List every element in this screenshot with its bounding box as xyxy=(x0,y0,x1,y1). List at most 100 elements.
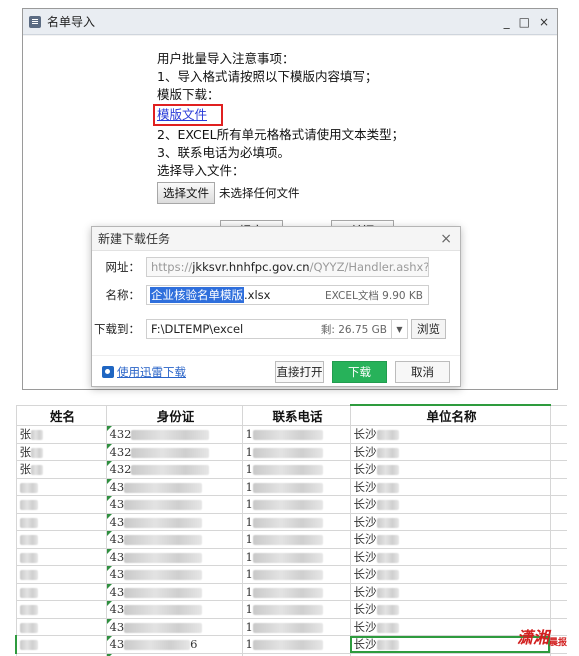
table-row[interactable]: 43 1 长沙 xyxy=(15,582,567,601)
cell-name[interactable]: 张 xyxy=(15,460,107,479)
cell-name[interactable] xyxy=(15,477,107,496)
table-row[interactable]: 43 1 长沙 xyxy=(15,512,567,531)
cell-phone[interactable]: 1 xyxy=(241,600,351,619)
choose-file-button[interactable]: 选择文件 xyxy=(157,182,215,204)
cell-phone[interactable]: 1 xyxy=(241,547,351,566)
cell-phone[interactable]: 1 xyxy=(241,635,351,654)
cell-id[interactable]: 43 xyxy=(105,547,243,566)
cell-name[interactable] xyxy=(15,512,107,531)
redacted-id xyxy=(124,552,203,563)
cell-blank[interactable] xyxy=(549,547,567,566)
cell-unit[interactable]: 长沙 xyxy=(349,547,551,566)
open-directly-button[interactable]: 直接打开 xyxy=(275,360,324,383)
cell-phone[interactable]: 1 xyxy=(241,565,351,584)
cell-phone[interactable]: 1 xyxy=(241,530,351,549)
xunlei-download-link[interactable]: 使用迅雷下载 xyxy=(102,364,186,380)
cell-id[interactable]: 43 xyxy=(105,530,243,549)
cell-unit[interactable]: 长沙 xyxy=(349,460,551,479)
cell-id[interactable]: 432 xyxy=(105,425,243,444)
cell-blank[interactable] xyxy=(549,460,567,479)
cell-unit[interactable]: 长沙 xyxy=(349,582,551,601)
spreadsheet: 姓名 身份证 联系电话 单位名称 张 432 1 长沙张 432 1 长沙张 432 1 长沙 43… xyxy=(15,404,567,656)
close-icon[interactable]: × xyxy=(539,15,549,29)
table-row[interactable]: 43 1 长沙 xyxy=(15,477,567,496)
cell-phone[interactable]: 1 xyxy=(241,442,351,461)
cell-blank[interactable] xyxy=(549,425,567,444)
save-path-field[interactable]: F:\DLTEMP\excel 剩: 26.75 GB xyxy=(146,319,392,339)
cell-phone[interactable]: 1 xyxy=(241,477,351,496)
cell-blank[interactable] xyxy=(549,495,567,514)
cell-blank[interactable] xyxy=(549,477,567,496)
cell-unit[interactable]: 长沙 xyxy=(349,477,551,496)
header-blank[interactable] xyxy=(549,404,567,426)
cell-id[interactable]: 43 xyxy=(105,512,243,531)
cell-blank[interactable] xyxy=(549,442,567,461)
table-row[interactable]: 43 1 长沙 xyxy=(15,565,567,584)
maximize-icon[interactable]: □ xyxy=(519,15,530,29)
browse-button[interactable]: 浏览 xyxy=(411,319,446,339)
cell-id[interactable]: 43 xyxy=(105,565,243,584)
table-row[interactable]: 张 432 1 长沙 xyxy=(15,460,567,479)
cell-id[interactable]: 432 xyxy=(105,460,243,479)
cell-id[interactable]: 43 xyxy=(105,582,243,601)
cell-name[interactable]: 张 xyxy=(15,425,107,444)
redacted-unit xyxy=(376,465,399,476)
cell-name[interactable] xyxy=(15,600,107,619)
cell-phone[interactable]: 1 xyxy=(241,495,351,514)
dialog-close-icon[interactable]: × xyxy=(440,231,452,247)
cell-name[interactable] xyxy=(15,617,107,636)
cell-unit[interactable]: 长沙 xyxy=(349,425,551,444)
redacted-id xyxy=(131,465,210,476)
cell-unit[interactable]: 长沙 xyxy=(349,495,551,514)
minimize-icon[interactable]: _ xyxy=(504,15,510,29)
cell-id[interactable]: 43 6 xyxy=(105,635,243,654)
table-row[interactable]: 张 432 1 长沙 xyxy=(15,442,567,461)
header-id[interactable]: 身份证 xyxy=(105,404,243,426)
table-row[interactable]: 张 432 1 长沙 xyxy=(15,425,567,444)
cell-phone[interactable]: 1 xyxy=(241,460,351,479)
header-unit[interactable]: 单位名称 xyxy=(349,404,551,426)
table-row[interactable]: 43 1 长沙 xyxy=(15,547,567,566)
cell-id[interactable]: 43 xyxy=(105,477,243,496)
cell-unit[interactable]: 长沙 xyxy=(349,530,551,549)
redacted-id xyxy=(124,517,203,528)
cell-name[interactable] xyxy=(15,530,107,549)
cell-phone[interactable]: 1 xyxy=(241,617,351,636)
cell-phone[interactable]: 1 xyxy=(241,582,351,601)
cell-id[interactable]: 432 xyxy=(105,442,243,461)
template-download-link[interactable]: 模版文件 xyxy=(157,107,207,122)
cell-unit[interactable]: 长沙 xyxy=(349,512,551,531)
cell-blank[interactable] xyxy=(549,530,567,549)
path-dropdown-icon[interactable]: ▼ xyxy=(392,319,408,339)
cell-name[interactable] xyxy=(15,547,107,566)
table-row[interactable]: 43 1 长沙 xyxy=(15,495,567,514)
cell-name[interactable] xyxy=(15,635,107,654)
cell-name[interactable] xyxy=(15,495,107,514)
cell-blank[interactable] xyxy=(549,600,567,619)
cell-unit[interactable]: 长沙 xyxy=(349,442,551,461)
cell-id[interactable]: 43 xyxy=(105,495,243,514)
cell-id[interactable]: 43 xyxy=(105,617,243,636)
header-name[interactable]: 姓名 xyxy=(15,404,107,426)
cell-id[interactable]: 43 xyxy=(105,600,243,619)
cell-unit[interactable]: 长沙 xyxy=(349,600,551,619)
cell-unit[interactable]: 长沙 xyxy=(349,565,551,584)
cell-blank[interactable] xyxy=(549,565,567,584)
url-field[interactable]: https://jkksvr.hnhfpc.gov.cn/QYYZ/Handle… xyxy=(146,257,429,277)
header-phone[interactable]: 联系电话 xyxy=(241,404,351,426)
table-row[interactable]: 43 1 长沙 xyxy=(15,530,567,549)
cancel-button[interactable]: 取消 xyxy=(395,360,450,383)
table-row[interactable]: 43 6 1 长沙 xyxy=(15,635,567,654)
cell-name[interactable] xyxy=(15,565,107,584)
table-row[interactable]: 43 1 长沙 xyxy=(15,617,567,636)
cell-unit-prefix: 长沙 xyxy=(353,479,377,494)
table-row[interactable]: 43 1 长沙 xyxy=(15,600,567,619)
cell-phone[interactable]: 1 xyxy=(241,425,351,444)
cell-name[interactable]: 张 xyxy=(15,442,107,461)
filename-field[interactable]: 企业核验名单模版 .xlsx EXCEL文档 9.90 KB xyxy=(146,285,429,305)
cell-blank[interactable] xyxy=(549,582,567,601)
cell-phone[interactable]: 1 xyxy=(241,512,351,531)
cell-name[interactable] xyxy=(15,582,107,601)
download-button[interactable]: 下载 xyxy=(332,360,387,383)
cell-blank[interactable] xyxy=(549,512,567,531)
